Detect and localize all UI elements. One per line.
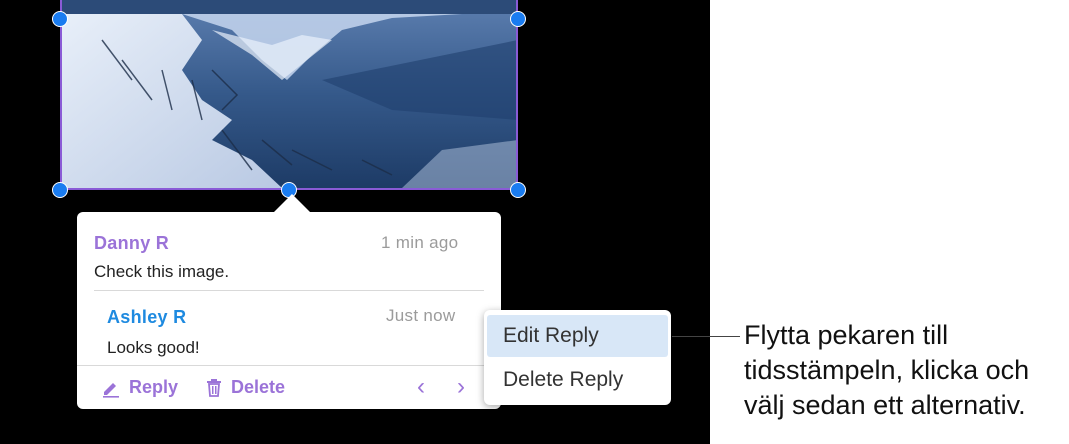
resize-handle-bottom-right[interactable] bbox=[510, 182, 526, 198]
menu-item-edit-reply[interactable]: Edit Reply bbox=[487, 315, 668, 357]
menu-item-delete-reply[interactable]: Delete Reply bbox=[487, 359, 668, 401]
chevron-right-icon[interactable]: › bbox=[457, 375, 465, 399]
actions-divider bbox=[77, 365, 501, 366]
reply-text: Looks good! bbox=[107, 338, 200, 357]
callout-text: Flytta pekaren till tidsstämpeln, klicka… bbox=[744, 320, 1030, 420]
reply-timestamp[interactable]: Just now bbox=[386, 306, 456, 326]
comment-author: Danny R bbox=[94, 233, 170, 253]
comment-card: Danny R 1 min ago Check this image. Ashl… bbox=[77, 212, 501, 409]
reply-button[interactable]: Reply bbox=[101, 377, 178, 398]
context-menu: Edit Reply Delete Reply bbox=[484, 310, 671, 405]
resize-handle-bottom-left[interactable] bbox=[52, 182, 68, 198]
delete-button[interactable]: Delete bbox=[205, 377, 285, 398]
selected-image[interactable] bbox=[60, 0, 518, 190]
resize-handle-top-left[interactable] bbox=[52, 11, 68, 27]
delete-button-label: Delete bbox=[231, 377, 286, 397]
comment-timestamp[interactable]: 1 min ago bbox=[381, 233, 458, 253]
comment-card-pointer bbox=[272, 194, 312, 214]
callout-leader-line bbox=[672, 336, 740, 337]
reply-author: Ashley R bbox=[107, 307, 187, 327]
pencil-icon bbox=[101, 378, 121, 398]
trash-icon bbox=[205, 378, 223, 398]
comment-text: Check this image. bbox=[94, 262, 230, 281]
comment-divider bbox=[94, 290, 484, 291]
reply-button-label: Reply bbox=[129, 377, 179, 397]
resize-handle-top-right[interactable] bbox=[510, 11, 526, 27]
chevron-left-icon[interactable]: ‹ bbox=[417, 375, 425, 399]
